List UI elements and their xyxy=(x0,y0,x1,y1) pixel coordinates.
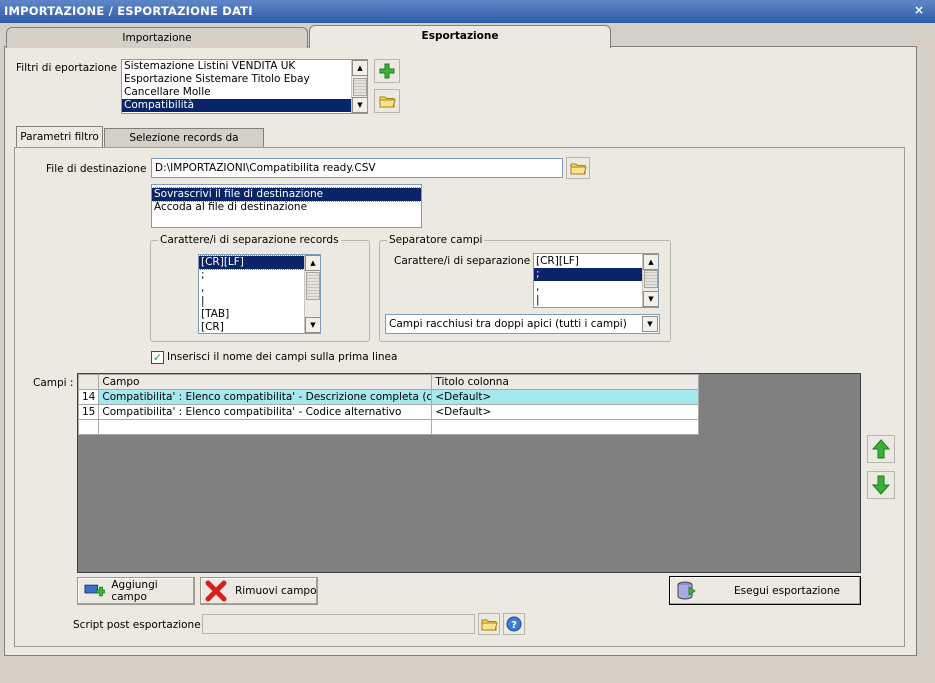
column-header-campo[interactable]: Campo xyxy=(98,374,433,390)
scroll-down-icon[interactable]: ▼ xyxy=(643,291,658,307)
scroll-up-icon[interactable]: ▲ xyxy=(305,255,320,271)
folder-icon xyxy=(570,163,587,175)
field-sep-item[interactable]: , xyxy=(534,281,658,294)
chevron-down-icon[interactable]: ▼ xyxy=(642,316,658,332)
write-mode-append[interactable]: Accoda al file di destinazione xyxy=(152,201,421,214)
field-sep-item-selected[interactable]: ; xyxy=(534,268,658,281)
arrow-down-icon xyxy=(872,475,890,495)
field-separator-title: Separatore campi xyxy=(387,234,485,246)
browse-script-button[interactable] xyxy=(478,613,500,635)
scroll-thumb[interactable] xyxy=(306,272,320,300)
script-help-button[interactable]: ? xyxy=(503,613,525,635)
record-sep-item[interactable]: [TAB] xyxy=(199,308,320,321)
plus-icon xyxy=(379,63,395,79)
tab-importazione-label: Importazione xyxy=(122,32,192,44)
folder-icon xyxy=(379,96,396,108)
filters-scrollbar[interactable]: ▲ ▼ xyxy=(351,60,367,113)
field-sep-item[interactable]: [CR][LF] xyxy=(534,255,658,268)
field-separator-label: Carattere/i di separazione : xyxy=(394,255,538,267)
tab-importazione[interactable]: Importazione xyxy=(6,27,308,48)
quote-mode-value: Campi racchiusi tra doppi apici (tutti i… xyxy=(389,318,627,330)
column-header-titolo[interactable]: Titolo colonna xyxy=(431,374,699,390)
filters-label: Filtri di eportazione : xyxy=(16,62,124,74)
cell-titolo[interactable]: <Default> xyxy=(431,404,699,420)
open-filter-button[interactable] xyxy=(374,89,400,113)
remove-field-label: Rimuovi campo xyxy=(235,585,317,597)
row-number: 15 xyxy=(77,404,100,420)
record-separator-title: Carattere/i di separazione records xyxy=(158,234,341,246)
record-sep-scrollbar[interactable]: ▲ ▼ xyxy=(304,255,320,333)
record-separator-list[interactable]: [CR][LF] ; , | [TAB] [CR] ▲ ▼ xyxy=(198,254,321,334)
svg-text:?: ? xyxy=(511,620,517,631)
move-up-button[interactable] xyxy=(867,435,895,463)
record-sep-item[interactable]: , xyxy=(199,282,320,295)
table-row[interactable]: 15 Compatibilita' : Elenco compatibilita… xyxy=(77,404,699,420)
script-field[interactable] xyxy=(202,614,475,634)
remove-field-button[interactable]: Rimuovi campo xyxy=(200,577,318,605)
header-checkbox-label[interactable]: Inserisci il nome dei campi sulla prima … xyxy=(167,351,397,363)
folder-icon xyxy=(481,619,498,631)
scroll-thumb[interactable] xyxy=(644,270,658,288)
help-icon: ? xyxy=(506,616,522,632)
run-export-button[interactable]: Esegui esportazione xyxy=(669,576,861,605)
scroll-up-icon[interactable]: ▲ xyxy=(352,60,367,76)
add-field-icon xyxy=(84,584,106,597)
record-sep-item[interactable]: | xyxy=(199,295,320,308)
cell-campo[interactable]: Compatibilita' : Elenco compatibilita' -… xyxy=(98,404,433,420)
arrow-up-icon xyxy=(872,439,890,459)
window-title: IMPORTAZIONE / ESPORTAZIONE DATI xyxy=(4,4,253,18)
tab-selezione-records[interactable]: Selezione records da esportare xyxy=(104,128,264,162)
filter-item-selected[interactable]: Compatibilità xyxy=(122,99,367,112)
red-x-icon xyxy=(205,580,227,602)
cell-campo[interactable] xyxy=(98,419,433,435)
close-icon[interactable]: × xyxy=(911,2,927,18)
add-filter-button[interactable] xyxy=(374,59,400,83)
table-row-empty[interactable] xyxy=(77,419,699,435)
filter-item[interactable]: Esportazione Sistemare Titolo Ebay xyxy=(122,73,367,86)
scroll-down-icon[interactable]: ▼ xyxy=(305,317,320,333)
filter-item[interactable]: Cancellare Molle xyxy=(122,86,367,99)
table-row[interactable]: 14 Compatibilita' : Elenco compatibilita… xyxy=(77,389,699,405)
scroll-up-icon[interactable]: ▲ xyxy=(643,254,658,270)
filters-list[interactable]: Sistemazione Listini VENDITA UK Esportaz… xyxy=(121,59,368,114)
record-sep-item[interactable]: [CR] xyxy=(199,321,320,333)
run-export-label: Esegui esportazione xyxy=(734,584,840,597)
destination-label: File di destinazione : xyxy=(46,163,154,175)
field-separator-list[interactable]: [CR][LF] ; , | ▲ ▼ xyxy=(533,253,659,308)
fields-table[interactable]: Campo Titolo colonna 14 Compatibilita' :… xyxy=(77,374,699,435)
cell-campo[interactable]: Compatibilita' : Elenco compatibilita' -… xyxy=(98,389,433,405)
cell-titolo[interactable]: <Default> xyxy=(431,389,699,405)
tab-esportazione-label: Esportazione xyxy=(421,30,499,42)
record-sep-item[interactable]: ; xyxy=(199,269,320,282)
database-export-icon xyxy=(677,581,696,600)
row-number-header xyxy=(77,374,100,390)
header-checkbox[interactable]: ✓ xyxy=(151,351,164,364)
scroll-thumb[interactable] xyxy=(353,78,367,96)
filter-item[interactable]: Sistemazione Listini VENDITA UK xyxy=(122,60,367,73)
fields-label: Campi : xyxy=(33,377,74,389)
write-mode-list[interactable]: Sovrascrivi il file di destinazione Acco… xyxy=(151,184,422,228)
scroll-down-icon[interactable]: ▼ xyxy=(352,97,367,113)
row-number xyxy=(77,419,100,435)
field-sep-item[interactable]: | xyxy=(534,294,658,307)
write-mode-overwrite[interactable]: Sovrascrivi il file di destinazione xyxy=(152,187,421,202)
add-field-label: Aggiungi campo xyxy=(111,579,158,603)
script-label: Script post esportazione : xyxy=(73,619,208,631)
window-title-bar: IMPORTAZIONE / ESPORTAZIONE DATI xyxy=(0,0,935,23)
tab-parametri-filtro[interactable]: Parametri filtro xyxy=(16,126,103,148)
table-header-row: Campo Titolo colonna xyxy=(77,374,699,390)
row-number: 14 xyxy=(77,389,100,405)
tab-parametri-filtro-label: Parametri filtro xyxy=(20,131,99,143)
add-field-button[interactable]: Aggiungi campo xyxy=(77,577,195,605)
destination-file-field[interactable]: D:\IMPORTAZIONI\Compatibilita ready.CSV xyxy=(151,158,563,178)
move-down-button[interactable] xyxy=(867,471,895,499)
browse-destination-button[interactable] xyxy=(566,157,590,179)
field-sep-scrollbar[interactable]: ▲ ▼ xyxy=(642,254,658,307)
record-sep-item[interactable]: [CR][LF] xyxy=(199,255,320,270)
fields-grid[interactable]: Campo Titolo colonna 14 Compatibilita' :… xyxy=(77,373,861,573)
tab-esportazione[interactable]: Esportazione xyxy=(309,25,611,48)
quote-mode-select[interactable]: Campi racchiusi tra doppi apici (tutti i… xyxy=(385,314,660,334)
cell-titolo[interactable] xyxy=(431,419,699,435)
